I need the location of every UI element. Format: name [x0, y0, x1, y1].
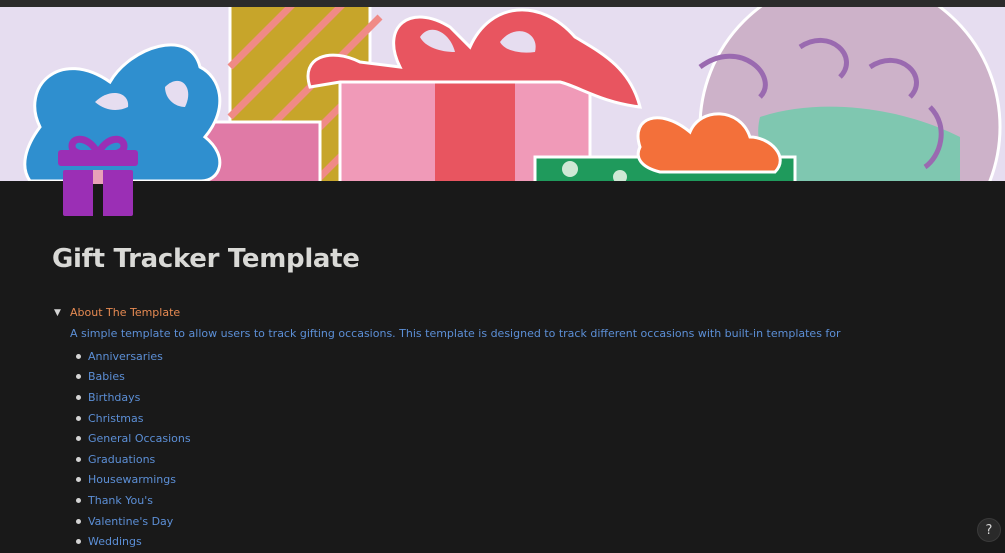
page-title[interactable]: Gift Tracker Template [52, 244, 360, 274]
cover-image[interactable] [0, 7, 1005, 181]
bullet-icon [76, 436, 81, 442]
bullet-icon [76, 539, 81, 545]
occasion-link[interactable]: Valentine's Day [88, 515, 173, 528]
occasion-link[interactable]: Babies [88, 370, 125, 383]
bullet-icon [76, 497, 81, 503]
window-top-bar [0, 0, 1005, 7]
occasion-list: Anniversaries Babies Birthdays Christmas… [70, 346, 191, 552]
list-item[interactable]: Valentine's Day [70, 511, 191, 532]
occasion-link[interactable]: Anniversaries [88, 350, 163, 363]
bullet-icon [76, 415, 81, 421]
toggle-label[interactable]: About The Template [70, 305, 180, 321]
list-item[interactable]: Christmas [70, 408, 191, 429]
bullet-icon [76, 394, 81, 400]
triangle-down-icon[interactable]: ▼ [54, 305, 70, 321]
list-item[interactable]: Babies [70, 367, 191, 388]
gift-icon[interactable] [56, 132, 140, 218]
occasion-link[interactable]: Housewarmings [88, 473, 176, 486]
list-item[interactable]: Anniversaries [70, 346, 191, 367]
occasion-link[interactable]: Weddings [88, 535, 142, 548]
bullet-icon [76, 518, 81, 524]
occasion-link[interactable]: Christmas [88, 412, 143, 425]
list-item[interactable]: Thank You's [70, 490, 191, 511]
bullet-icon [76, 374, 81, 380]
list-item[interactable]: Housewarmings [70, 470, 191, 491]
occasion-link[interactable]: Thank You's [88, 494, 153, 507]
list-item[interactable]: Graduations [70, 449, 191, 470]
template-description: A simple template to allow users to trac… [70, 327, 841, 340]
occasion-link[interactable]: General Occasions [88, 432, 191, 445]
occasion-link[interactable]: Birthdays [88, 391, 140, 404]
list-item[interactable]: Weddings [70, 531, 191, 552]
bullet-icon [76, 353, 81, 359]
help-button[interactable]: ? [977, 518, 1001, 542]
about-toggle[interactable]: ▼ About The Template [54, 305, 180, 321]
list-item[interactable]: Birthdays [70, 387, 191, 408]
bullet-icon [76, 477, 81, 483]
list-item[interactable]: General Occasions [70, 428, 191, 449]
occasion-link[interactable]: Graduations [88, 453, 155, 466]
bullet-icon [76, 456, 81, 462]
